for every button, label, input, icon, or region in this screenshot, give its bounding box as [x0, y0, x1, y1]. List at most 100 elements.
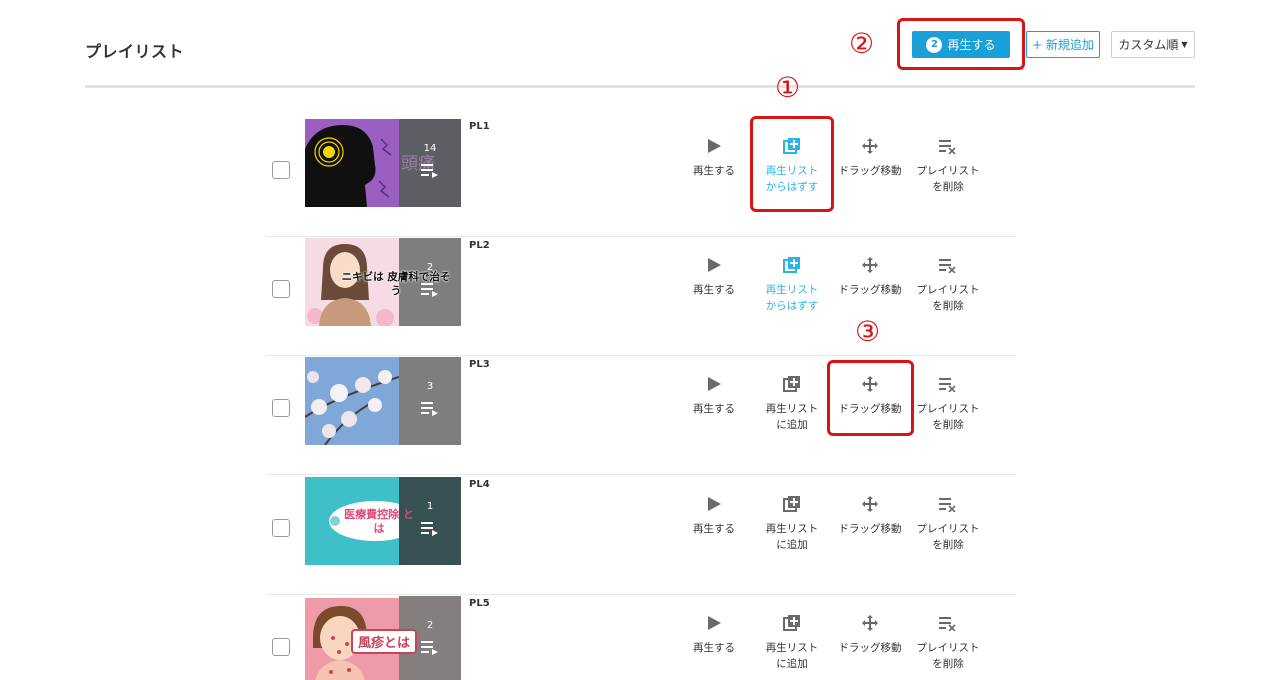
playlist-thumbnail[interactable]: 3: [305, 357, 461, 445]
delete-label-line1: プレイリスト: [916, 642, 980, 654]
annotation-box-3: [827, 360, 914, 436]
playlist-icon: [421, 522, 438, 536]
remove-from-queue-button[interactable]: 再生リスト からはずす: [752, 254, 832, 314]
playlist-remove-icon: [939, 140, 956, 154]
drag-label: ドラッグ移動: [838, 165, 902, 177]
thumbnail-text: 医療費控除 とは: [344, 508, 414, 535]
delete-playlist-button[interactable]: プレイリスト を削除: [908, 254, 988, 314]
drag-move-icon: [862, 496, 878, 512]
playlist-name: PL5: [469, 598, 490, 609]
sort-dropdown-label: カスタム順: [1118, 38, 1179, 52]
caret-down-icon: ▼: [1181, 40, 1188, 49]
delete-playlist-button[interactable]: プレイリスト を削除: [908, 135, 988, 195]
drag-label: ドラッグ移動: [838, 523, 902, 535]
queue-add-icon: [783, 496, 800, 512]
queue-label-line1: 再生リスト: [765, 642, 819, 654]
row-checkbox[interactable]: [272, 638, 290, 656]
delete-playlist-button[interactable]: プレイリスト を削除: [908, 493, 988, 553]
play-label: 再生する: [693, 165, 735, 177]
row-checkbox[interactable]: [272, 519, 290, 537]
playlist-count-overlay: 頭痛 14: [399, 119, 461, 207]
playlist-remove-icon: [939, 259, 956, 273]
page-title: プレイリスト: [85, 42, 185, 61]
thumbnail-image: [305, 357, 399, 445]
add-new-button[interactable]: + 新規追加: [1026, 31, 1100, 58]
video-count: 3: [426, 381, 434, 392]
delete-label-line1: プレイリスト: [916, 284, 980, 296]
annotation-box-2: [897, 18, 1025, 70]
delete-label-line1: プレイリスト: [916, 403, 980, 415]
queue-add-icon: [783, 615, 800, 631]
playlist-icon: [421, 164, 438, 178]
playlist-thumbnail[interactable]: 2 風疹とは: [305, 596, 461, 680]
playlist-count-overlay: 3: [399, 357, 461, 445]
delete-label-line2: を削除: [932, 419, 964, 431]
play-button[interactable]: 再生する: [674, 493, 754, 537]
queue-label-line1: 再生リスト: [765, 523, 819, 535]
drag-move-icon: [862, 257, 878, 273]
play-icon: [708, 616, 721, 630]
playlist-name: PL2: [469, 240, 490, 251]
playlist-row: 2 ニキビは 皮膚科で治そう PL2 再生する 再生リスト からはずす ドラッグ…: [266, 238, 1016, 356]
playlist-thumbnail[interactable]: 2 ニキビは 皮膚科で治そう: [305, 238, 461, 326]
delete-playlist-button[interactable]: プレイリスト を削除: [908, 612, 988, 672]
play-button[interactable]: 再生する: [674, 612, 754, 656]
add-to-queue-button[interactable]: 再生リスト に追加: [752, 373, 832, 433]
drag-move-handle[interactable]: ドラッグ移動: [830, 493, 910, 537]
playlist-remove-icon: [939, 378, 956, 392]
drag-move-icon: [862, 138, 878, 154]
play-icon: [708, 497, 721, 511]
playlist-name: PL1: [469, 121, 490, 132]
delete-label-line2: を削除: [932, 300, 964, 312]
play-icon: [708, 258, 721, 272]
play-label: 再生する: [693, 642, 735, 654]
queue-label-line2: に追加: [776, 539, 808, 551]
playlist-remove-icon: [939, 498, 956, 512]
delete-label-line2: を削除: [932, 181, 964, 193]
delete-label-line1: プレイリスト: [916, 165, 980, 177]
drag-label: ドラッグ移動: [838, 284, 902, 296]
header-divider: [85, 85, 1195, 88]
drag-move-handle[interactable]: ドラッグ移動: [830, 135, 910, 179]
annotation-box-1: [750, 116, 834, 212]
playlist-thumbnail[interactable]: 1 医療費控除 とは: [305, 477, 461, 565]
row-checkbox[interactable]: [272, 399, 290, 417]
delete-label-line2: を削除: [932, 539, 964, 551]
play-icon: [708, 377, 721, 391]
playlist-thumbnail[interactable]: 頭痛 14: [305, 119, 461, 207]
drag-label: ドラッグ移動: [838, 642, 902, 654]
sort-dropdown[interactable]: カスタム順 ▼: [1111, 31, 1195, 58]
thumbnail-text: 風疹とは: [351, 629, 418, 654]
playlist-name: PL4: [469, 479, 490, 490]
queue-add-icon: [783, 257, 800, 273]
drag-move-handle[interactable]: ドラッグ移動: [830, 254, 910, 298]
queue-label-line1: 再生リスト: [765, 284, 819, 296]
delete-label-line2: を削除: [932, 658, 964, 670]
thumbnail-image: [305, 119, 399, 207]
playlist-row: 2 風疹とは PL5 再生する 再生リスト に追加 ドラッグ移動 プレイリスト …: [266, 596, 1016, 680]
delete-label-line1: プレイリスト: [916, 523, 980, 535]
play-button[interactable]: 再生する: [674, 373, 754, 417]
playlist-name: PL3: [469, 359, 490, 370]
add-to-queue-button[interactable]: 再生リスト に追加: [752, 493, 832, 553]
playlist-row: 1 医療費控除 とは PL4 再生する 再生リスト に追加 ドラッグ移動 プレイ…: [266, 477, 1016, 595]
queue-label-line1: 再生リスト: [765, 403, 819, 415]
annotation-number-1: ①: [775, 71, 801, 104]
play-button[interactable]: 再生する: [674, 254, 754, 298]
row-checkbox[interactable]: [272, 280, 290, 298]
row-checkbox[interactable]: [272, 161, 290, 179]
queue-label-line2: に追加: [776, 658, 808, 670]
play-label: 再生する: [693, 523, 735, 535]
queue-label-line2: に追加: [776, 419, 808, 431]
annotation-number-3: ③: [855, 315, 881, 348]
video-count: 14: [423, 143, 437, 154]
delete-playlist-button[interactable]: プレイリスト を削除: [908, 373, 988, 433]
drag-move-icon: [862, 615, 878, 631]
add-to-queue-button[interactable]: 再生リスト に追加: [752, 612, 832, 672]
playlist-row: 頭痛 14 PL1 再生する 再生リスト からはずす ドラッグ移動 プレイリスト…: [266, 119, 1016, 237]
play-button[interactable]: 再生する: [674, 135, 754, 179]
drag-move-handle[interactable]: ドラッグ移動: [830, 612, 910, 656]
playlist-remove-icon: [939, 617, 956, 631]
annotation-number-2: ②: [849, 27, 875, 60]
play-label: 再生する: [693, 403, 735, 415]
